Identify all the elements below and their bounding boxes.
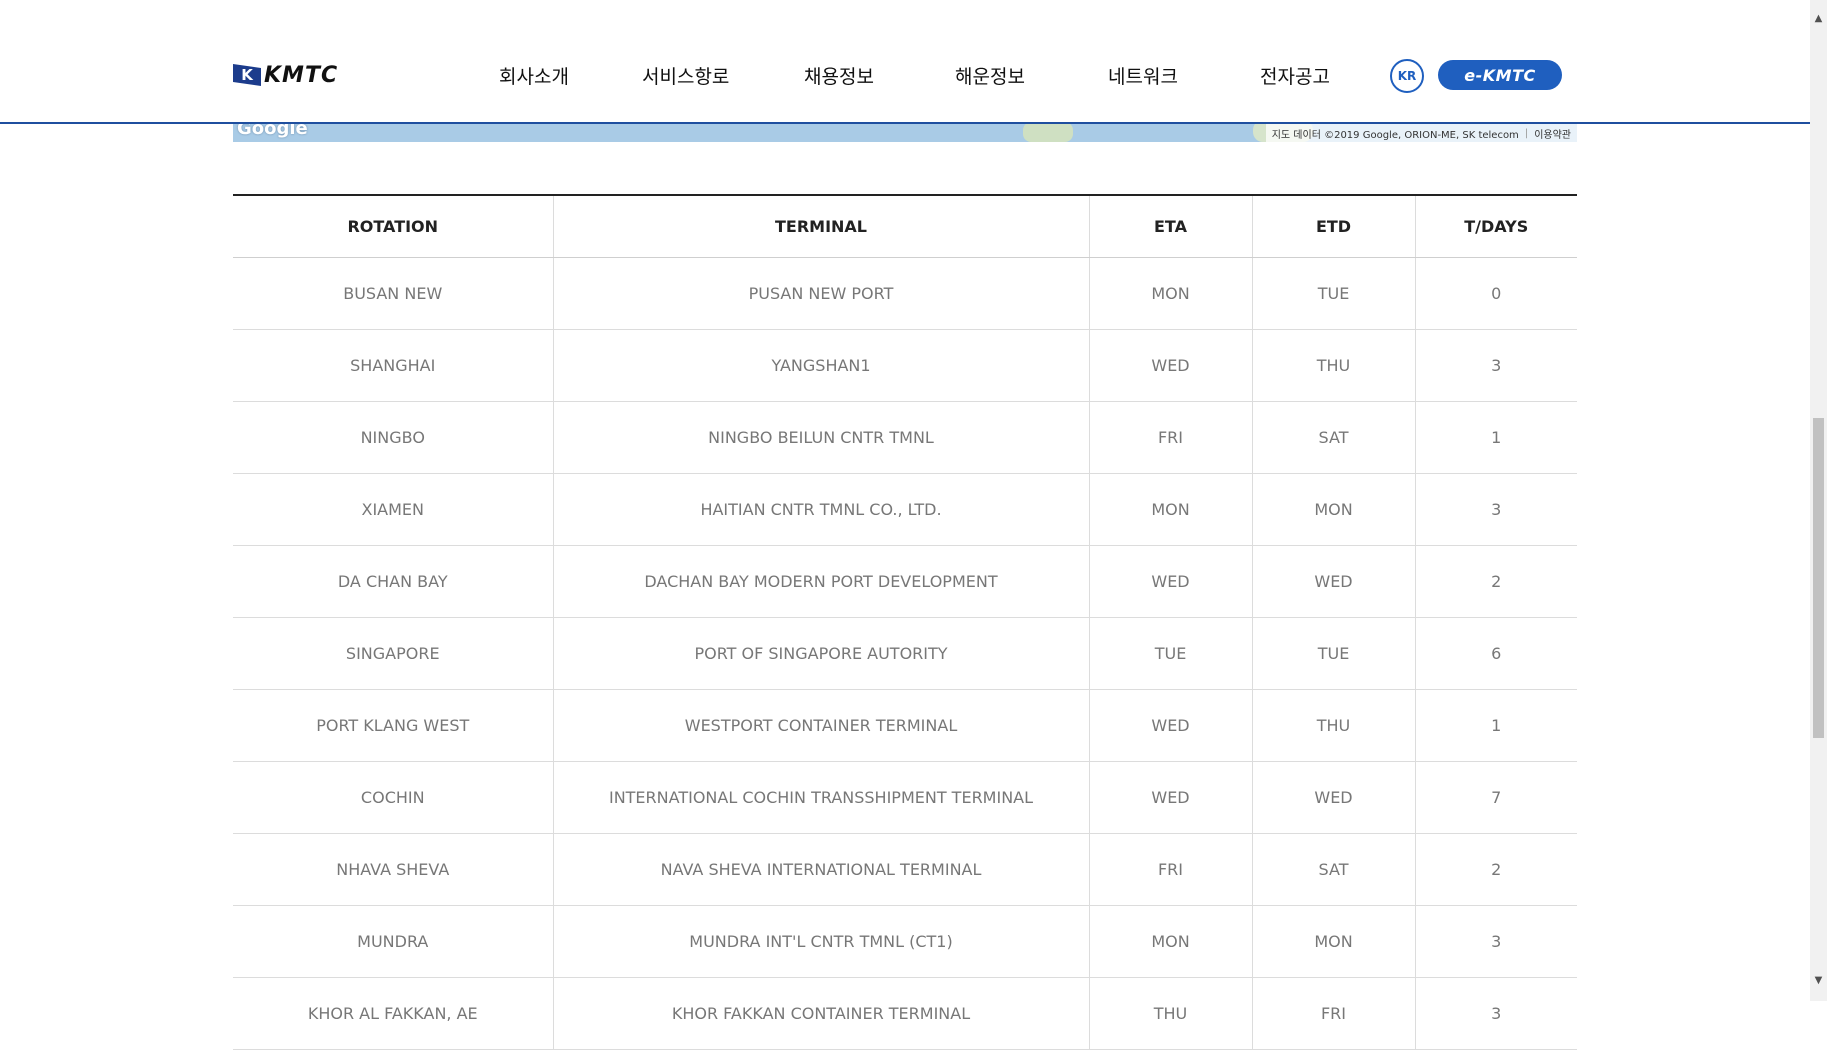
column-header-terminal: TERMINAL [552, 195, 1089, 258]
table-row: PORT KLANG WEST WESTPORT CONTAINER TERMI… [233, 689, 1577, 762]
rotation-cell: XIAMEN [233, 473, 553, 546]
divider: | [1524, 127, 1529, 139]
scrollbar-thumb[interactable] [1813, 418, 1824, 738]
tdays-cell: 3 [1414, 905, 1577, 978]
column-header-rotation: ROTATION [233, 195, 553, 258]
terminal-cell: HAITIAN CNTR TMNL CO., LTD. [552, 473, 1089, 546]
eta-cell: WED [1088, 689, 1252, 762]
table-row: BUSAN NEW PUSAN NEW PORT MON TUE 0 [233, 257, 1577, 330]
table-row: XIAMEN HAITIAN CNTR TMNL CO., LTD. MON M… [233, 473, 1577, 546]
tdays-cell: 3 [1414, 473, 1577, 546]
tdays-cell: 2 [1414, 833, 1577, 906]
nav-network[interactable]: 네트워크 [1108, 62, 1178, 89]
etd-cell: TUE [1251, 257, 1415, 330]
eta-cell: MON [1088, 905, 1252, 978]
rotation-cell: MUNDRA [233, 905, 553, 978]
nav-public-notice[interactable]: 전자공고 [1260, 62, 1330, 89]
etd-cell: FRI [1251, 977, 1415, 1050]
tdays-cell: 3 [1414, 329, 1577, 402]
tdays-cell: 6 [1414, 617, 1577, 690]
terminal-cell: NINGBO BEILUN CNTR TMNL [552, 401, 1089, 474]
scroll-down-arrow-icon[interactable]: ▼ [1810, 972, 1827, 989]
tdays-cell: 7 [1414, 761, 1577, 834]
page-scrollbar[interactable]: ▲ ▼ [1810, 0, 1827, 1001]
etd-cell: MON [1251, 473, 1415, 546]
ekmtc-button[interactable]: e-KMTC [1438, 60, 1562, 90]
eta-cell: FRI [1088, 833, 1252, 906]
rotation-cell: DA CHAN BAY [233, 545, 553, 618]
eta-cell: FRI [1088, 401, 1252, 474]
etd-cell: TUE [1251, 617, 1415, 690]
etd-cell: MON [1251, 905, 1415, 978]
rotation-cell: NINGBO [233, 401, 553, 474]
terminal-cell: PORT OF SINGAPORE AUTORITY [552, 617, 1089, 690]
eta-cell: MON [1088, 257, 1252, 330]
rotation-cell: COCHIN [233, 761, 553, 834]
table-header-row: ROTATION TERMINAL ETA ETD T/DAYS [233, 195, 1577, 258]
map-landmass [1023, 122, 1073, 142]
etd-cell: SAT [1251, 401, 1415, 474]
column-header-etd: ETD [1251, 195, 1415, 258]
language-button[interactable]: KR [1390, 59, 1424, 93]
eta-cell: WED [1088, 329, 1252, 402]
eta-cell: WED [1088, 761, 1252, 834]
table-row: KHOR AL FAKKAN, AE KHOR FAKKAN CONTAINER… [233, 977, 1577, 1050]
kmtc-flag-icon: K [233, 64, 261, 86]
etd-cell: THU [1251, 689, 1415, 762]
terminal-cell: WESTPORT CONTAINER TERMINAL [552, 689, 1089, 762]
etd-cell: THU [1251, 329, 1415, 402]
table-row: MUNDRA MUNDRA INT'L CNTR TMNL (CT1) MON … [233, 905, 1577, 978]
kmtc-logo[interactable]: K KMTC [233, 60, 338, 90]
rotation-cell: PORT KLANG WEST [233, 689, 553, 762]
table-row: NHAVA SHEVA NAVA SHEVA INTERNATIONAL TER… [233, 833, 1577, 906]
logo-text: KMTC [264, 62, 339, 88]
scroll-up-arrow-icon[interactable]: ▲ [1810, 10, 1827, 27]
table-row: DA CHAN BAY DACHAN BAY MODERN PORT DEVEL… [233, 545, 1577, 618]
map-terms-link[interactable]: 이용약관 [1534, 126, 1571, 141]
etd-cell: WED [1251, 545, 1415, 618]
nav-recruitment[interactable]: 채용정보 [804, 62, 874, 89]
rotation-cell: SHANGHAI [233, 329, 553, 402]
tdays-cell: 1 [1414, 401, 1577, 474]
tdays-cell: 1 [1414, 689, 1577, 762]
port-rotation-table: ROTATION TERMINAL ETA ETD T/DAYS BUSAN N… [233, 194, 1577, 1050]
map-attribution-text: 지도 데이터 ©2019 Google, ORION-ME, SK teleco… [1271, 129, 1519, 141]
terminal-cell: KHOR FAKKAN CONTAINER TERMINAL [552, 977, 1089, 1050]
column-header-tdays: T/DAYS [1414, 195, 1577, 258]
site-header: K KMTC 회사소개 서비스항로 채용정보 해운정보 네트워크 전자공고 KR… [0, 0, 1810, 124]
terminal-cell: YANGSHAN1 [552, 329, 1089, 402]
eta-cell: WED [1088, 545, 1252, 618]
rotation-cell: KHOR AL FAKKAN, AE [233, 977, 553, 1050]
table-row: SINGAPORE PORT OF SINGAPORE AUTORITY TUE… [233, 617, 1577, 690]
eta-cell: TUE [1088, 617, 1252, 690]
rotation-cell: SINGAPORE [233, 617, 553, 690]
terminal-cell: DACHAN BAY MODERN PORT DEVELOPMENT [552, 545, 1089, 618]
tdays-cell: 3 [1414, 977, 1577, 1050]
etd-cell: SAT [1251, 833, 1415, 906]
map-attribution: 지도 데이터 ©2019 Google, ORION-ME, SK teleco… [1265, 124, 1577, 142]
terminal-cell: PUSAN NEW PORT [552, 257, 1089, 330]
nav-company-intro[interactable]: 회사소개 [499, 62, 569, 89]
nav-shipping-info[interactable]: 해운정보 [955, 62, 1025, 89]
terminal-cell: MUNDRA INT'L CNTR TMNL (CT1) [552, 905, 1089, 978]
nav-service-routes[interactable]: 서비스항로 [642, 62, 729, 89]
table-row: COCHIN INTERNATIONAL COCHIN TRANSSHIPMEN… [233, 761, 1577, 834]
eta-cell: THU [1088, 977, 1252, 1050]
eta-cell: MON [1088, 473, 1252, 546]
rotation-cell: BUSAN NEW [233, 257, 553, 330]
terminal-cell: NAVA SHEVA INTERNATIONAL TERMINAL [552, 833, 1089, 906]
etd-cell: WED [1251, 761, 1415, 834]
rotation-cell: NHAVA SHEVA [233, 833, 553, 906]
table-row: SHANGHAI YANGSHAN1 WED THU 3 [233, 329, 1577, 402]
tdays-cell: 2 [1414, 545, 1577, 618]
terminal-cell: INTERNATIONAL COCHIN TRANSSHIPMENT TERMI… [552, 761, 1089, 834]
column-header-eta: ETA [1088, 195, 1252, 258]
table-row: NINGBO NINGBO BEILUN CNTR TMNL FRI SAT 1 [233, 401, 1577, 474]
tdays-cell: 0 [1414, 257, 1577, 330]
